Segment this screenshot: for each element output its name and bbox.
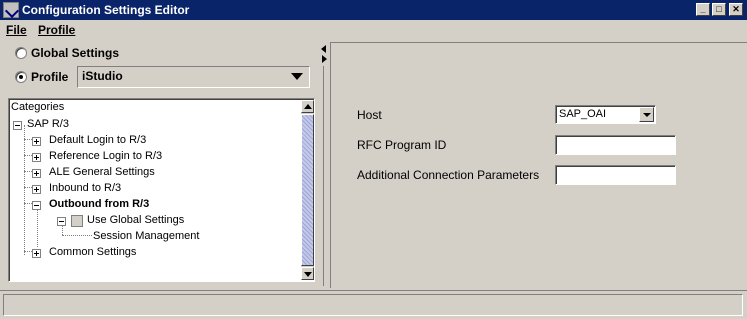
profile-radio[interactable] (15, 71, 27, 83)
tree-item-outbound[interactable]: Outbound from R/3 (49, 198, 149, 210)
scroll-up-icon (304, 104, 312, 109)
panel-splitter[interactable] (319, 42, 329, 288)
tree-line (24, 125, 25, 255)
tree-line (62, 235, 92, 236)
tree-line (24, 187, 32, 188)
profile-combo-value: iStudio (82, 69, 123, 83)
rfc-program-id-field[interactable] (555, 135, 676, 155)
tree-item-use-global[interactable]: Use Global Settings (87, 214, 184, 226)
tree-expander-icon[interactable] (32, 153, 41, 162)
global-settings-radio[interactable] (15, 47, 27, 59)
additional-connection-parameters-label: Additional Connection Parameters (357, 168, 540, 182)
window-title: Configuration Settings Editor (22, 3, 190, 17)
scroll-down-icon (304, 272, 312, 277)
maximize-button[interactable]: □ (712, 3, 726, 16)
host-select[interactable]: SAP_OAI (555, 105, 656, 124)
menu-file[interactable]: File (6, 23, 27, 37)
tree-line (24, 251, 32, 252)
scroll-down-button[interactable] (301, 267, 314, 280)
title-bar: Configuration Settings Editor _ □ ✕ (0, 0, 747, 20)
tree-item-inbound[interactable]: Inbound to R/3 (49, 182, 121, 194)
rfc-program-id-label: RFC Program ID (357, 138, 447, 152)
tree-expander-icon[interactable] (32, 201, 41, 210)
status-area (3, 294, 743, 316)
chevron-down-icon (291, 73, 303, 80)
tree-item-sap-r3[interactable]: SAP R/3 (27, 118, 69, 130)
left-panel: Global Settings Profile iStudio Categori… (3, 42, 319, 288)
tree-line (24, 203, 32, 204)
settings-panel: Host SAP_OAI RFC Program ID Additional C… (330, 42, 747, 288)
tree-expander-icon[interactable] (32, 137, 41, 146)
status-bar (0, 290, 747, 319)
app-icon[interactable] (3, 2, 19, 18)
profile-label: Profile (31, 70, 69, 84)
additional-connection-parameters-field[interactable] (555, 165, 676, 185)
tree-expander-icon[interactable] (32, 249, 41, 258)
tree-line (24, 171, 32, 172)
tree-item-session-management[interactable]: Session Management (93, 230, 199, 242)
menu-bar: File Profile (0, 20, 747, 40)
tree-item-ale-general[interactable]: ALE General Settings (49, 166, 155, 178)
global-settings-label: Global Settings (31, 46, 120, 60)
tree-root-label: Categories (11, 101, 65, 113)
tree-expander-icon[interactable] (13, 121, 22, 130)
tree-scrollbar[interactable] (301, 100, 314, 280)
splitter-divider (323, 66, 324, 286)
tree-expander-icon[interactable] (57, 217, 66, 226)
close-button[interactable]: ✕ (729, 3, 743, 16)
use-global-settings-checkbox[interactable] (71, 215, 83, 227)
minimize-button[interactable]: _ (696, 3, 710, 16)
collapse-left-icon[interactable] (321, 45, 326, 53)
menu-profile[interactable]: Profile (38, 23, 75, 37)
host-select-value: SAP_OAI (559, 108, 607, 120)
categories-tree[interactable]: Categories SAP R/3 Default Login to R/3 … (8, 98, 315, 282)
collapse-right-icon[interactable] (322, 55, 327, 63)
tree-expander-icon[interactable] (32, 185, 41, 194)
tree-item-reference-login[interactable]: Reference Login to R/3 (49, 150, 162, 162)
scroll-thumb[interactable] (301, 114, 314, 266)
chevron-down-icon[interactable] (639, 107, 654, 122)
tree-item-default-login[interactable]: Default Login to R/3 (49, 134, 146, 146)
host-label: Host (357, 108, 382, 122)
tree-item-common[interactable]: Common Settings (49, 246, 136, 258)
tree-expander-icon[interactable] (32, 169, 41, 178)
tree-line (24, 139, 32, 140)
tree-line (24, 155, 32, 156)
scroll-up-button[interactable] (301, 100, 314, 113)
profile-combo[interactable]: iStudio (77, 66, 310, 88)
